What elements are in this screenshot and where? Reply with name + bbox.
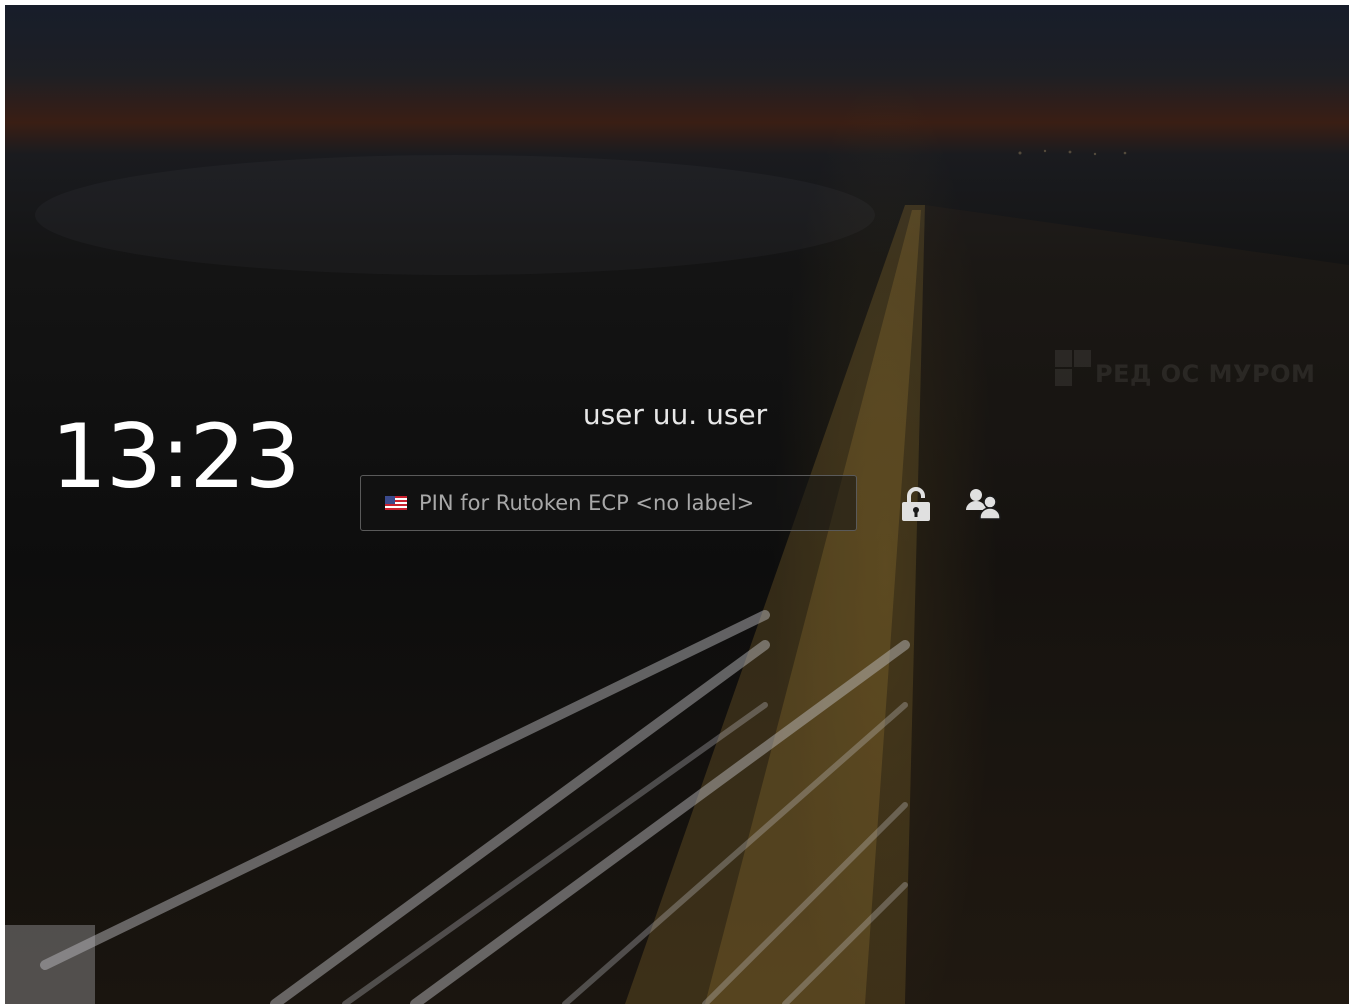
user-name: user uu. user [582, 398, 768, 431]
logo-icon [1055, 350, 1091, 386]
watermark-logo: РЕД ОС МУРОМ [1053, 348, 1315, 388]
lock-screen: РЕД ОС МУРОМ 13:23 user uu. user PIN for… [5, 5, 1349, 1004]
clock: 13:23 [51, 405, 301, 508]
us-flag-icon [385, 496, 407, 510]
unlock-icon [902, 487, 930, 521]
pin-input[interactable]: PIN for Rutoken ECP <no label> [360, 475, 857, 531]
pin-placeholder: PIN for Rutoken ECP <no label> [419, 491, 755, 515]
watermark-text: РЕД ОС МУРОМ [1095, 360, 1316, 388]
users-icon [966, 489, 1001, 520]
switch-user-button[interactable] [962, 482, 1006, 526]
unlock-button[interactable] [894, 482, 938, 526]
